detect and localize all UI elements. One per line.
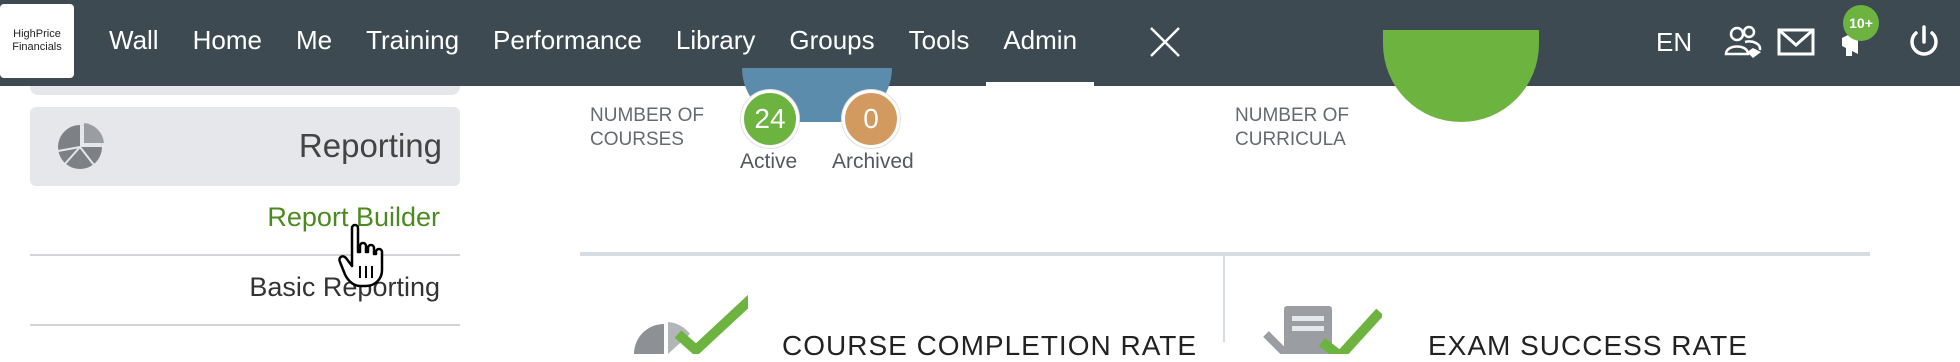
exam-success-title: EXAM SUCCESS RATE (1428, 330, 1748, 361)
sidebar-section-reporting[interactable]: Reporting (30, 107, 460, 186)
nav-training[interactable]: Training (349, 0, 476, 86)
nav-admin[interactable]: Admin (986, 0, 1094, 86)
power-icon[interactable] (1904, 22, 1944, 62)
active-courses-count[interactable]: 24 (741, 90, 799, 148)
course-completion-icon (634, 294, 748, 354)
active-label: Active (740, 150, 798, 173)
nav-me[interactable]: Me (279, 0, 349, 86)
column-divider (1223, 256, 1225, 342)
sidebar-section-label: Reporting (298, 127, 442, 164)
hand-pointer-cursor-icon (338, 223, 384, 288)
sidebar-previous-section (30, 86, 460, 95)
exam-success-icon (1263, 306, 1382, 354)
top-navigation-bar: HighPrice Financials Wall Home Me Traini… (0, 0, 1960, 86)
nav-tools[interactable]: Tools (892, 0, 987, 86)
pie-chart-icon (57, 123, 104, 169)
nav-performance[interactable]: Performance (476, 0, 659, 86)
language-selector[interactable]: EN (1656, 27, 1692, 58)
nav-wall[interactable]: Wall (92, 0, 176, 86)
section-divider (580, 252, 1870, 256)
mail-icon[interactable] (1776, 22, 1816, 62)
notification-badge: 10+ (1843, 5, 1879, 41)
users-icon[interactable] (1723, 22, 1763, 62)
curricula-label: NUMBER OF CURRICULA (1235, 105, 1349, 150)
close-icon[interactable] (1145, 22, 1185, 62)
archived-courses-count[interactable]: 0 (842, 90, 900, 148)
nav-home[interactable]: Home (176, 0, 279, 86)
main-nav: Wall Home Me Training Performance Librar… (92, 0, 1094, 86)
curricula-donut-chart (1383, 30, 1539, 122)
course-completion-title: COURSE COMPLETION RATE (782, 330, 1198, 361)
archived-label: Archived (832, 150, 914, 173)
company-logo[interactable]: HighPrice Financials (0, 4, 74, 78)
courses-label: NUMBER OF COURSES (590, 105, 704, 150)
